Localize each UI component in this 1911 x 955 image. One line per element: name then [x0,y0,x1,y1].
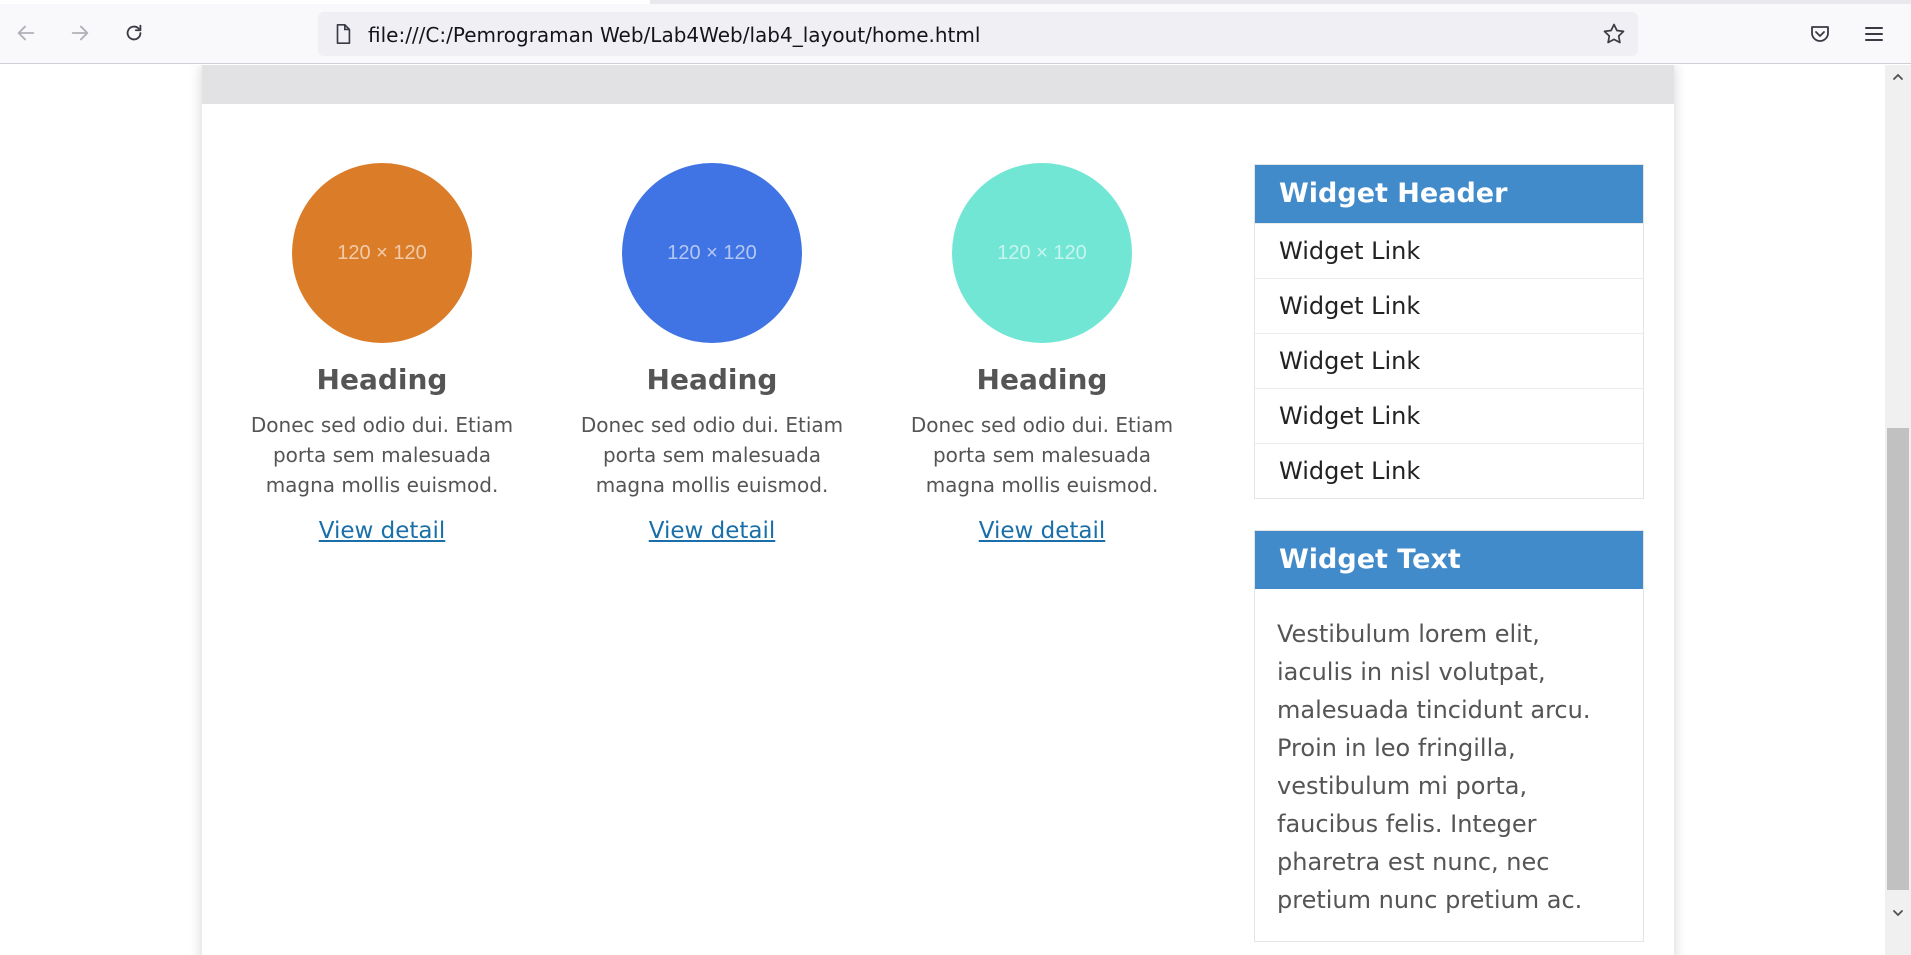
view-detail-link[interactable]: View detail [979,518,1106,544]
feature-image-placeholder: 120 × 120 [952,163,1132,343]
feature-column-2: 120 × 120 Heading Donec sed odio dui. Et… [562,163,862,544]
pocket-button[interactable] [1806,20,1834,48]
widget-link[interactable]: Widget Link [1255,278,1643,333]
widget-link[interactable]: Widget Link [1255,223,1643,278]
address-bar[interactable]: file:///C:/Pemrograman Web/Lab4Web/lab4_… [318,12,1638,56]
view-detail-link[interactable]: View detail [319,518,446,544]
reload-button[interactable] [118,17,150,49]
feature-text: Donec sed odio dui. Etiam porta sem male… [250,413,514,497]
widget-link[interactable]: Widget Link [1255,443,1643,498]
widget-text-body: Vestibulum lorem elit, iaculis in nisl v… [1277,620,1591,914]
widget-link[interactable]: Widget Link [1255,333,1643,388]
page-icon [336,24,351,44]
hamburger-menu-icon [1865,27,1883,41]
menu-button[interactable] [1860,20,1888,48]
scrollbar-thumb[interactable] [1887,428,1909,890]
widget-text-header: Widget Text [1255,531,1643,589]
placeholder-label: 120 × 120 [667,241,757,264]
arrow-right-icon [71,25,89,41]
url-text[interactable]: file:///C:/Pemrograman Web/Lab4Web/lab4_… [368,23,980,47]
placeholder-label: 120 × 120 [997,241,1087,264]
view-detail-link[interactable]: View detail [649,518,776,544]
feature-text: Donec sed odio dui. Etiam porta sem male… [910,413,1174,497]
feature-text: Donec sed odio dui. Etiam porta sem male… [580,413,844,497]
feature-heading: Heading [976,363,1108,396]
widget-link[interactable]: Widget Link [1255,388,1643,443]
feature-column-1: 120 × 120 Heading Donec sed odio dui. Et… [232,163,532,544]
header-bar [202,65,1674,104]
feature-column-3: 120 × 120 Heading Donec sed odio dui. Et… [892,163,1192,544]
widget-text-panel: Widget Text Vestibulum lorem elit, iacul… [1254,530,1644,942]
feature-heading: Heading [316,363,448,396]
tab-strip [0,0,1911,4]
reload-icon [126,24,142,41]
browser-toolbar: file:///C:/Pemrograman Web/Lab4Web/lab4_… [0,0,1911,64]
feature-heading: Heading [646,363,778,396]
forward-button[interactable] [64,17,96,49]
vertical-scrollbar[interactable] [1885,65,1911,955]
back-button[interactable] [10,17,42,49]
widget-header: Widget Header [1255,165,1643,223]
feature-image-placeholder: 120 × 120 [292,163,472,343]
page-viewport: 120 × 120 Heading Donec sed odio dui. Et… [0,65,1885,955]
page-container: 120 × 120 Heading Donec sed odio dui. Et… [202,65,1674,955]
scroll-up-icon[interactable] [1892,71,1904,83]
pocket-icon [1811,26,1829,42]
scroll-down-icon[interactable] [1892,907,1904,919]
bookmark-star-icon[interactable] [1602,22,1626,46]
feature-image-placeholder: 120 × 120 [622,163,802,343]
active-tab-indicator [0,0,650,4]
placeholder-label: 120 × 120 [337,241,427,264]
arrow-left-icon [17,25,35,41]
widget-links-panel: Widget Header Widget Link Widget Link Wi… [1254,164,1644,499]
